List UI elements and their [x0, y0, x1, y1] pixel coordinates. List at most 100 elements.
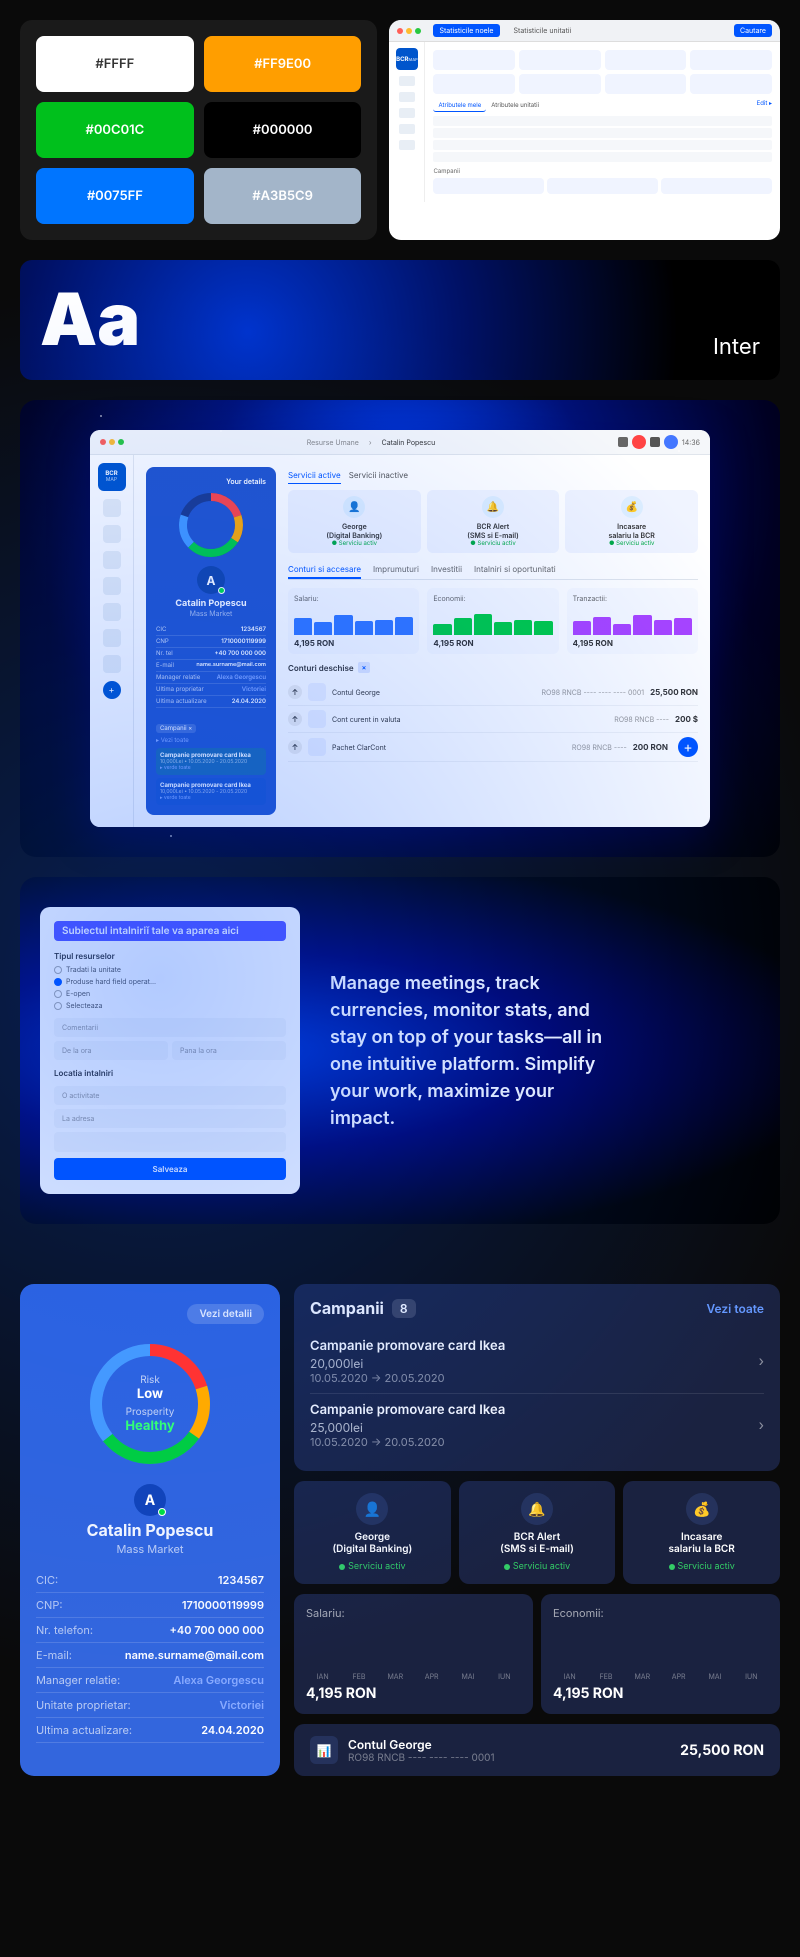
alert-status: ● Serviciu activ	[433, 540, 554, 547]
top-tabs: Resurse Umane › Catalin Popescu	[307, 438, 436, 447]
lbl-iun-s: IUN	[488, 1672, 521, 1681]
campanii-header: Campanii 8 Vezi toate	[310, 1298, 764, 1318]
phone-val: +40 700 000 000	[214, 650, 266, 657]
cautare-btn[interactable]: Cautare	[734, 24, 772, 37]
economii-bar-labels: IAN FEB MAR APR MAI IUN	[553, 1672, 768, 1681]
info-phone-val: +40 700 000 000	[169, 1623, 264, 1637]
radio-1[interactable]: Tradati la unitate	[54, 965, 286, 974]
win-logo: BCR MAP	[396, 48, 418, 70]
acc-row-1: ↑ Contul George RO98 RNCB ---- ---- ----…	[288, 679, 698, 706]
info-unitate-label: Unitate proprietar:	[36, 1698, 131, 1712]
vezi-detalii-btn[interactable]: Vezi detalii	[187, 1304, 264, 1324]
bcr-full-window: Resurse Umane › Catalin Popescu 14:36 BC…	[90, 430, 710, 827]
full-name: Catalin Popescu	[156, 598, 266, 609]
manager-val: Alexa Georgescu	[217, 674, 266, 681]
info-actualizare: Ultima actualizare: 24.04.2020	[36, 1718, 264, 1743]
detail-header: Vezi detalii	[36, 1304, 264, 1324]
camp-date-2: 10.05.2020 → 20.05.2020	[310, 1435, 505, 1449]
act-label: Ultima actualizare	[156, 698, 207, 705]
activity-field[interactable]: O activitate	[54, 1086, 286, 1105]
edit-link[interactable]: Edit ▸	[757, 100, 772, 112]
acc-num-2: RO98 RNCB ----	[614, 715, 669, 724]
attr-tab-mine[interactable]: Atributele mele	[433, 100, 486, 112]
window-content: BCR MAP	[389, 42, 780, 202]
info-unitate-val: Victoriei	[220, 1698, 265, 1712]
extra-field[interactable]	[54, 1132, 286, 1152]
notif-icon	[632, 435, 646, 449]
salariu-bars-container	[306, 1628, 521, 1668]
radio-4[interactable]: Selecteaza	[54, 1001, 286, 1010]
nav-intalniri[interactable]: Intalniri si oportunitati	[474, 561, 556, 579]
nav-imprumuturi[interactable]: Imprumuturi	[373, 561, 419, 579]
chart-economii-card-title: Economii:	[553, 1606, 768, 1620]
bar-s4	[355, 621, 373, 635]
radio-3[interactable]: E-open	[54, 989, 286, 998]
search-icon	[650, 437, 660, 447]
bar-t6	[674, 618, 692, 635]
nav-investitii[interactable]: Investitii	[431, 561, 462, 579]
address-field[interactable]: La adresa	[54, 1109, 286, 1128]
tab-statunitati[interactable]: Statisticile noele	[433, 24, 499, 37]
camp-link-1[interactable]: ▸ verde toate	[160, 765, 262, 771]
submit-btn[interactable]: Salveaza	[54, 1158, 286, 1180]
camp-date-1: 10.05.2020 → 20.05.2020	[310, 1371, 505, 1385]
campanie-info-1: Campanie promovare card Ikea 20,000lei 1…	[310, 1338, 505, 1385]
act-val: 24.04.2020	[232, 698, 266, 705]
attr-tab-unit[interactable]: Atributele unitatii	[486, 100, 544, 112]
tab-active[interactable]: Servicii active	[288, 467, 341, 484]
bar-t3	[613, 624, 631, 635]
full-profile-row: Your details A	[146, 467, 698, 815]
tab-statunitati2[interactable]: Statisticile unitatii	[508, 24, 578, 37]
time-row: De la ora Pana la ora	[54, 1041, 286, 1060]
bar-t2	[593, 617, 611, 635]
top-icons: 14:36	[618, 435, 700, 449]
acc-icon-2	[308, 710, 326, 728]
acc-amt-2: 200 $	[675, 714, 698, 724]
full-market: Mass Market	[156, 609, 266, 618]
radio-label-4: Selecteaza	[66, 1001, 102, 1010]
info-act-val: 24.04.2020	[201, 1723, 264, 1737]
vezi-toate-link[interactable]: Vezi toate	[706, 1301, 764, 1316]
radio-2[interactable]: Produse hard field operat...	[54, 977, 286, 986]
from-time[interactable]: De la ora	[54, 1041, 168, 1060]
s-icon-5	[103, 603, 121, 621]
campanie-info-2: Campanie promovare card Ikea 25,000lei 1…	[310, 1402, 505, 1449]
lbl-mar-e: MAR	[626, 1672, 659, 1681]
radio-dot-2	[54, 978, 62, 986]
breadcrumb-catalin: Catalin Popescu	[382, 438, 436, 447]
bar-t4	[633, 615, 651, 635]
bar-t5	[654, 620, 672, 635]
svc-george: 👤 George(Digital Banking) ● Serviciu act…	[288, 490, 421, 553]
campanie-item-1: Campanie promovare card Ikea 20,000lei 1…	[310, 1330, 764, 1394]
donut-svg	[176, 490, 246, 560]
s-icon-7	[103, 655, 121, 673]
compari-card-3	[661, 178, 772, 194]
info-act-label: Ultima actualizare:	[36, 1723, 132, 1737]
comment-field[interactable]: Comentarii	[54, 1018, 286, 1037]
camp-amount-text-2: 25,000lei	[310, 1420, 505, 1435]
compari-section: Campanii	[433, 168, 772, 194]
compari-card-1	[433, 178, 544, 194]
camp-link-2[interactable]: ▸ verde toate	[160, 795, 262, 801]
s-icon-4	[103, 577, 121, 595]
george-icon: 👤	[343, 496, 365, 518]
add-account-btn[interactable]: +	[678, 737, 698, 757]
detail-right-col: Campanii 8 Vezi toate Campanie promovare…	[294, 1284, 780, 1776]
alert-status-dot	[504, 1564, 510, 1570]
nav-conturi[interactable]: Conturi si accesare	[288, 561, 361, 579]
close-tag: ×	[358, 662, 371, 673]
bar-e2	[454, 618, 472, 635]
account-card-info: Contul George RO98 RNCB ---- ---- ---- 0…	[348, 1737, 670, 1764]
chart-salariu-title: Salariu:	[294, 594, 413, 603]
detail-info-table: CIC: 1234567 CNP: 1710000119999 Nr. tele…	[36, 1568, 264, 1743]
tab-inactive[interactable]: Servicii inactive	[349, 467, 408, 484]
vezidet-btn[interactable]: Your details	[156, 477, 266, 486]
veztoare-link[interactable]: ▸ Vezi toate	[156, 737, 266, 744]
info-cic-val: 1234567	[218, 1573, 264, 1587]
dot-red	[397, 28, 403, 34]
win-sidebar: BCR MAP	[389, 42, 425, 202]
to-time[interactable]: Pana la ora	[172, 1041, 286, 1060]
chevron-1: ›	[759, 1353, 764, 1370]
sidebar-i4	[399, 124, 415, 134]
alert-svc-icon: 🔔	[521, 1493, 553, 1525]
